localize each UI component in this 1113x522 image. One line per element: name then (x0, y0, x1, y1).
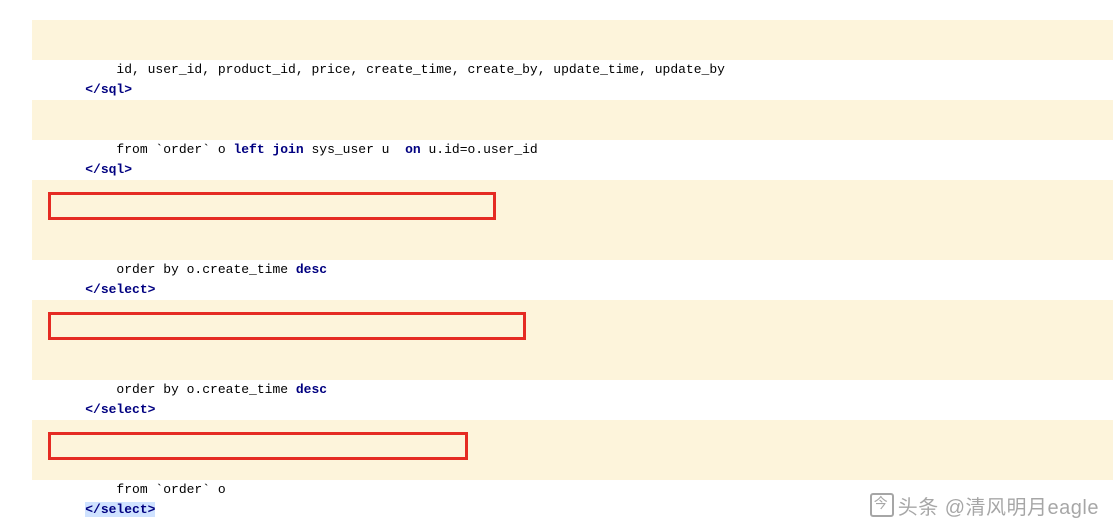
tag-close: </select> (85, 502, 155, 517)
code-line[interactable]: </select> (32, 380, 1113, 400)
code-line[interactable]: order by o.create_time desc (32, 240, 1113, 260)
code-line[interactable]: select u.user_name,u.telephone, o.id, o.… (32, 200, 1113, 220)
code-line[interactable]: <include refid="findOrderByUserId_from_w… (32, 340, 1113, 360)
blank-line[interactable] (32, 80, 1113, 100)
code-line[interactable]: </select> (32, 260, 1113, 280)
code-line[interactable]: id, user_id, product_id, price, create_t… (32, 40, 1113, 60)
code-line[interactable]: </sql> (32, 60, 1113, 80)
code-line[interactable]: <sql id="findOrderByUserId_from_where" > (32, 100, 1113, 120)
watermark: 头条 @清风明月eagle (870, 493, 1099, 518)
code-line[interactable]: </sql> (32, 140, 1113, 160)
blank-line[interactable] (32, 280, 1113, 300)
code-line[interactable]: <include refid="findOrderByUserId_from_w… (32, 220, 1113, 240)
code-line[interactable]: select count(1) (32, 440, 1113, 460)
code-line[interactable]: <!-- 通用查询结果列 --> (32, 0, 1113, 20)
blank-line[interactable] (32, 160, 1113, 180)
blank-line[interactable] (32, 400, 1113, 420)
code-line[interactable]: <sql id="Base_Column_List"> (32, 20, 1113, 40)
watermark-icon (870, 493, 894, 517)
code-line[interactable]: from `order` o left join sys_user u on u… (32, 120, 1113, 140)
code-line[interactable]: <select id="findOrderByUserId" resultMap… (32, 180, 1113, 200)
code-line[interactable]: select u.user_name,u.telephone, o.id, o.… (32, 320, 1113, 340)
code-line[interactable]: from `order` o (32, 460, 1113, 480)
code-editor[interactable]: <!-- 通用查询结果列 --> <sql id="Base_Column_Li… (0, 0, 1113, 500)
watermark-text: 头条 @清风明月eagle (898, 497, 1099, 519)
code-line[interactable]: order by o.create_time desc (32, 360, 1113, 380)
code-line[interactable]: <select id="findOrderByUserIdOpt_COUNT" … (32, 420, 1113, 440)
code-line[interactable]: <select id="findOrderByUserIdOpt" result… (32, 300, 1113, 320)
